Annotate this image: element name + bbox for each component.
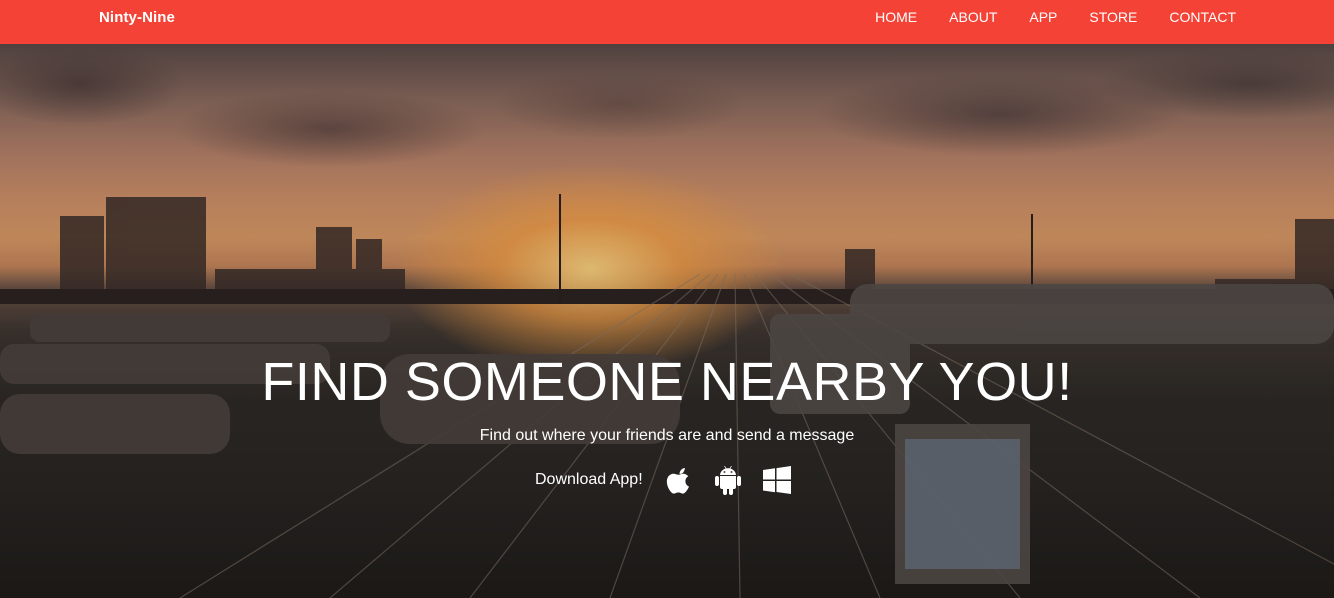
download-label: Download App! bbox=[535, 471, 643, 488]
hero-section: FIND SOMEONE NEARBY YOU! Find out where … bbox=[0, 44, 1334, 598]
navbar: Ninty-Nine HOME ABOUT APP STORE CONTACT bbox=[0, 0, 1334, 44]
hero-headline: FIND SOMEONE NEARBY YOU! bbox=[261, 352, 1073, 412]
page: Ninty-Nine HOME ABOUT APP STORE CONTACT bbox=[0, 0, 1334, 598]
windows-icon-glyph bbox=[762, 466, 791, 494]
hero-subtitle: Find out where your friends are and send… bbox=[479, 427, 855, 444]
brand-logo[interactable]: Ninty-Nine bbox=[99, 0, 175, 35]
nav-links: HOME ABOUT APP STORE CONTACT bbox=[859, 0, 1236, 35]
nav-link-app[interactable]: APP bbox=[1013, 0, 1073, 35]
nav-link-store[interactable]: STORE bbox=[1073, 0, 1153, 35]
nav-link-contact[interactable]: CONTACT bbox=[1153, 0, 1236, 35]
apple-icon[interactable] bbox=[663, 464, 695, 496]
nav-link-home[interactable]: HOME bbox=[859, 0, 933, 35]
android-icon-glyph bbox=[714, 465, 741, 495]
apple-icon-glyph bbox=[666, 468, 689, 494]
download-row: Download App! bbox=[535, 462, 810, 498]
nav-link-about[interactable]: ABOUT bbox=[933, 0, 1013, 35]
windows-icon[interactable] bbox=[761, 464, 793, 496]
android-icon[interactable] bbox=[712, 464, 744, 496]
